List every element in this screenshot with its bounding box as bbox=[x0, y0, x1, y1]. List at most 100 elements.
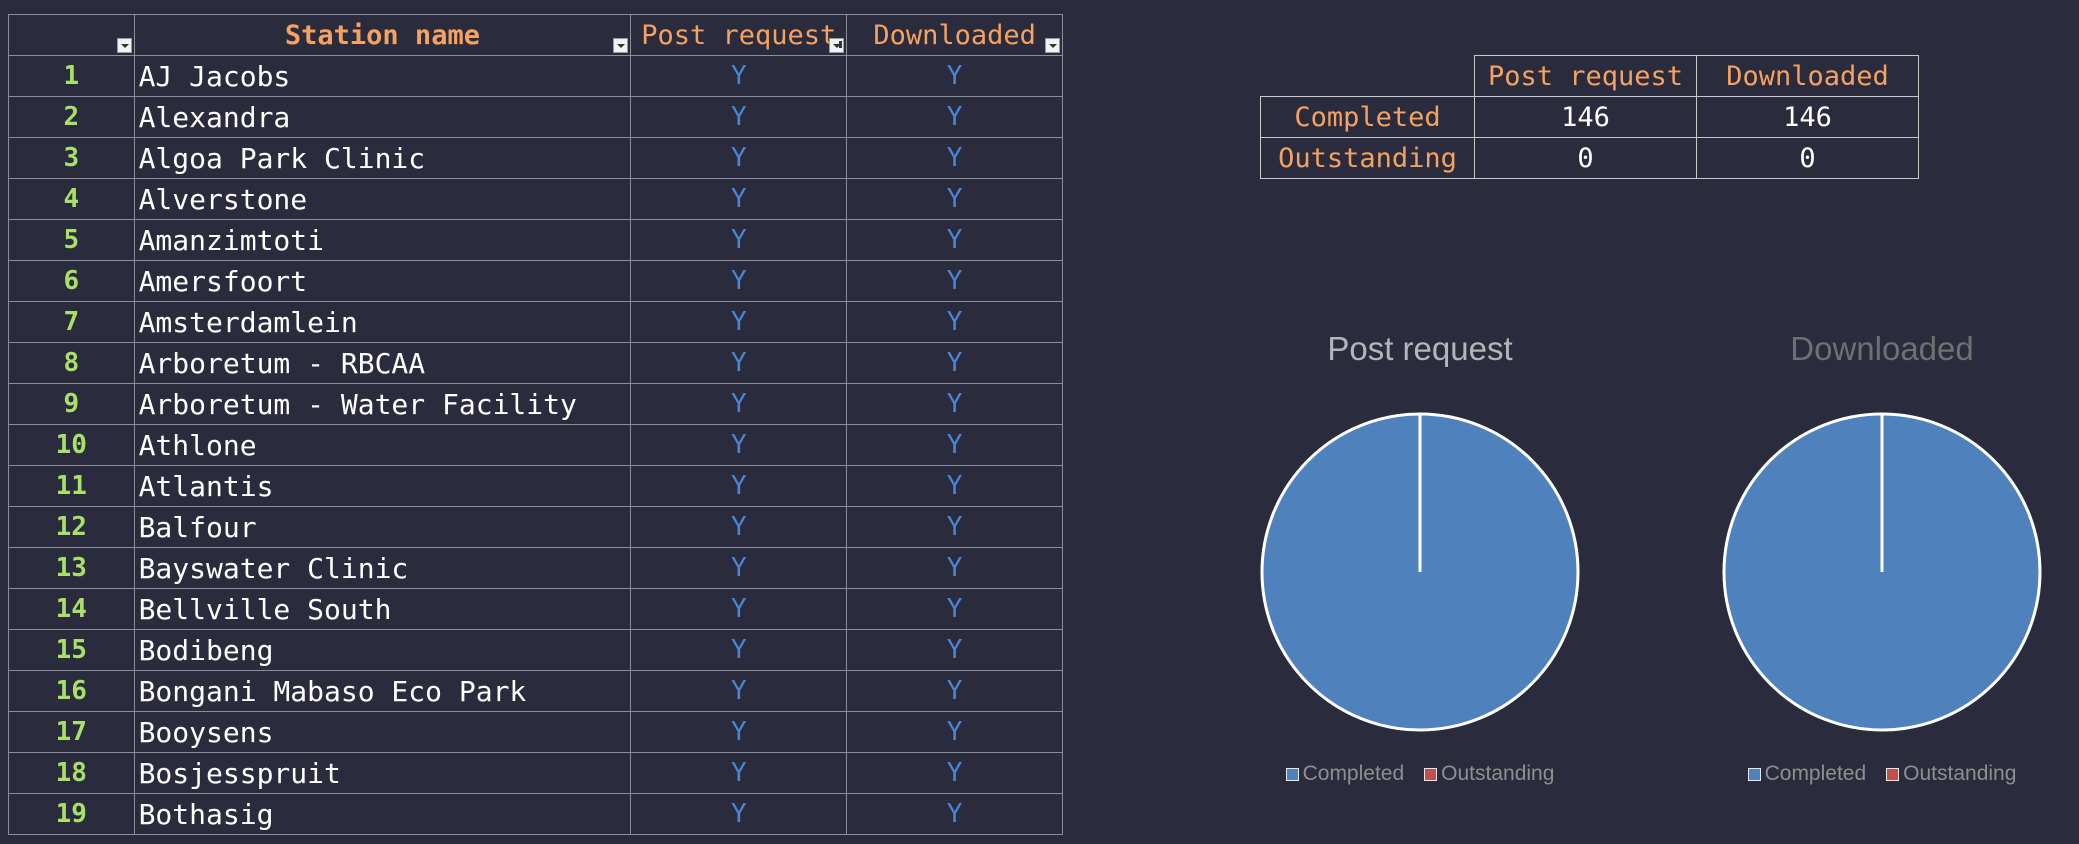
filter-dropdown-icon[interactable] bbox=[116, 38, 132, 53]
downloaded-cell[interactable]: Y bbox=[846, 342, 1063, 384]
post-request-cell[interactable]: Y bbox=[630, 547, 848, 589]
summary-outstanding-downloaded[interactable]: 0 bbox=[1696, 137, 1919, 179]
row-number[interactable]: 14 bbox=[8, 588, 135, 630]
row-number[interactable]: 12 bbox=[8, 506, 135, 548]
row-number[interactable]: 13 bbox=[8, 547, 135, 589]
table-row[interactable]: 14 Bellville South Y Y bbox=[8, 588, 1063, 630]
downloaded-cell[interactable]: Y bbox=[846, 629, 1063, 671]
table-row[interactable]: 6 Amersfoort Y Y bbox=[8, 260, 1063, 302]
station-name-cell[interactable]: Bodibeng bbox=[133, 629, 632, 671]
table-row[interactable]: 10 Athlone Y Y bbox=[8, 424, 1063, 466]
summary-completed-downloaded[interactable]: 146 bbox=[1696, 96, 1919, 138]
table-row[interactable]: 17 Booysens Y Y bbox=[8, 711, 1063, 753]
station-name-cell[interactable]: Alexandra bbox=[133, 96, 632, 138]
station-name-cell[interactable]: AJ Jacobs bbox=[133, 55, 632, 97]
table-row[interactable]: 8 Arboretum - RBCAA Y Y bbox=[8, 342, 1063, 384]
filter-dropdown-icon[interactable] bbox=[1045, 38, 1060, 53]
table-row[interactable]: 5 Amanzimtoti Y Y bbox=[8, 219, 1063, 261]
downloaded-cell[interactable]: Y bbox=[846, 260, 1063, 302]
row-number[interactable]: 17 bbox=[8, 711, 135, 753]
table-row[interactable]: 9 Arboretum - Water Facility Y Y bbox=[8, 383, 1063, 425]
downloaded-cell[interactable]: Y bbox=[846, 219, 1063, 261]
station-name-cell[interactable]: Athlone bbox=[133, 424, 632, 466]
station-name-cell[interactable]: Algoa Park Clinic bbox=[133, 137, 632, 179]
row-number[interactable]: 11 bbox=[8, 465, 135, 507]
filter-dropdown-icon[interactable] bbox=[613, 38, 629, 53]
row-number[interactable]: 5 bbox=[8, 219, 135, 261]
summary-downloaded-header[interactable]: Downloaded bbox=[1696, 55, 1919, 97]
row-number[interactable]: 10 bbox=[8, 424, 135, 466]
row-number[interactable]: 16 bbox=[8, 670, 135, 712]
post-request-cell[interactable]: Y bbox=[630, 588, 848, 630]
row-number[interactable]: 7 bbox=[8, 301, 135, 343]
station-name-cell[interactable]: Amersfoort bbox=[133, 260, 632, 302]
post-request-cell[interactable]: Y bbox=[630, 752, 848, 794]
row-number[interactable]: 6 bbox=[8, 260, 135, 302]
downloaded-cell[interactable]: Y bbox=[846, 424, 1063, 466]
downloaded-cell[interactable]: Y bbox=[846, 793, 1063, 835]
post-request-header[interactable]: Post request bbox=[630, 14, 848, 56]
table-row[interactable]: 3 Algoa Park Clinic Y Y bbox=[8, 137, 1063, 179]
downloaded-cell[interactable]: Y bbox=[846, 711, 1063, 753]
post-request-cell[interactable]: Y bbox=[630, 793, 848, 835]
post-request-cell[interactable]: Y bbox=[630, 465, 848, 507]
downloaded-cell[interactable]: Y bbox=[846, 55, 1063, 97]
post-request-cell[interactable]: Y bbox=[630, 260, 848, 302]
station-name-cell[interactable]: Alverstone bbox=[133, 178, 632, 220]
table-row[interactable]: 1 AJ Jacobs Y Y bbox=[8, 55, 1063, 97]
row-number[interactable]: 4 bbox=[8, 178, 135, 220]
table-row[interactable]: 7 Amsterdamlein Y Y bbox=[8, 301, 1063, 343]
post-request-cell[interactable]: Y bbox=[630, 383, 848, 425]
post-request-cell[interactable]: Y bbox=[630, 178, 848, 220]
downloaded-header[interactable]: Downloaded bbox=[846, 14, 1063, 56]
post-request-cell[interactable]: Y bbox=[630, 711, 848, 753]
station-name-cell[interactable]: Bongani Mabaso Eco Park bbox=[133, 670, 632, 712]
row-number-header[interactable] bbox=[8, 14, 135, 56]
station-name-cell[interactable]: Bellville South bbox=[133, 588, 632, 630]
downloaded-cell[interactable]: Y bbox=[846, 588, 1063, 630]
summary-post-request-header[interactable]: Post request bbox=[1474, 55, 1697, 97]
station-name-cell[interactable]: Bosjesspruit bbox=[133, 752, 632, 794]
post-request-cell[interactable]: Y bbox=[630, 96, 848, 138]
table-row[interactable]: 15 Bodibeng Y Y bbox=[8, 629, 1063, 671]
station-name-header[interactable]: Station name bbox=[133, 14, 632, 56]
post-request-cell[interactable]: Y bbox=[630, 301, 848, 343]
downloaded-cell[interactable]: Y bbox=[846, 547, 1063, 589]
summary-completed-post[interactable]: 146 bbox=[1474, 96, 1697, 138]
table-row[interactable]: 16 Bongani Mabaso Eco Park Y Y bbox=[8, 670, 1063, 712]
station-name-cell[interactable]: Bayswater Clinic bbox=[133, 547, 632, 589]
table-row[interactable]: 13 Bayswater Clinic Y Y bbox=[8, 547, 1063, 589]
row-number[interactable]: 19 bbox=[8, 793, 135, 835]
downloaded-cell[interactable]: Y bbox=[846, 465, 1063, 507]
row-number[interactable]: 18 bbox=[8, 752, 135, 794]
row-number[interactable]: 2 bbox=[8, 96, 135, 138]
row-number[interactable]: 15 bbox=[8, 629, 135, 671]
station-name-cell[interactable]: Atlantis bbox=[133, 465, 632, 507]
summary-completed-label[interactable]: Completed bbox=[1260, 96, 1475, 138]
post-request-cell[interactable]: Y bbox=[630, 137, 848, 179]
post-request-cell[interactable]: Y bbox=[630, 219, 848, 261]
station-name-cell[interactable]: Arboretum - RBCAA bbox=[133, 342, 632, 384]
row-number[interactable]: 1 bbox=[8, 55, 135, 97]
table-row[interactable]: 18 Bosjesspruit Y Y bbox=[8, 752, 1063, 794]
downloaded-cell[interactable]: Y bbox=[846, 178, 1063, 220]
post-request-cell[interactable]: Y bbox=[630, 670, 848, 712]
summary-outstanding-label[interactable]: Outstanding bbox=[1260, 137, 1475, 179]
table-row[interactable]: 12 Balfour Y Y bbox=[8, 506, 1063, 548]
downloaded-cell[interactable]: Y bbox=[846, 301, 1063, 343]
row-number[interactable]: 8 bbox=[8, 342, 135, 384]
station-name-cell[interactable]: Booysens bbox=[133, 711, 632, 753]
station-name-cell[interactable]: Balfour bbox=[133, 506, 632, 548]
downloaded-cell[interactable]: Y bbox=[846, 506, 1063, 548]
table-row[interactable]: 19 Bothasig Y Y bbox=[8, 793, 1063, 835]
row-number[interactable]: 3 bbox=[8, 137, 135, 179]
station-name-cell[interactable]: Amsterdamlein bbox=[133, 301, 632, 343]
filter-active-icon[interactable] bbox=[829, 38, 845, 53]
row-number[interactable]: 9 bbox=[8, 383, 135, 425]
downloaded-cell[interactable]: Y bbox=[846, 96, 1063, 138]
station-name-cell[interactable]: Arboretum - Water Facility bbox=[133, 383, 632, 425]
station-name-cell[interactable]: Bothasig bbox=[133, 793, 632, 835]
table-row[interactable]: 11 Atlantis Y Y bbox=[8, 465, 1063, 507]
station-name-cell[interactable]: Amanzimtoti bbox=[133, 219, 632, 261]
post-request-cell[interactable]: Y bbox=[630, 629, 848, 671]
